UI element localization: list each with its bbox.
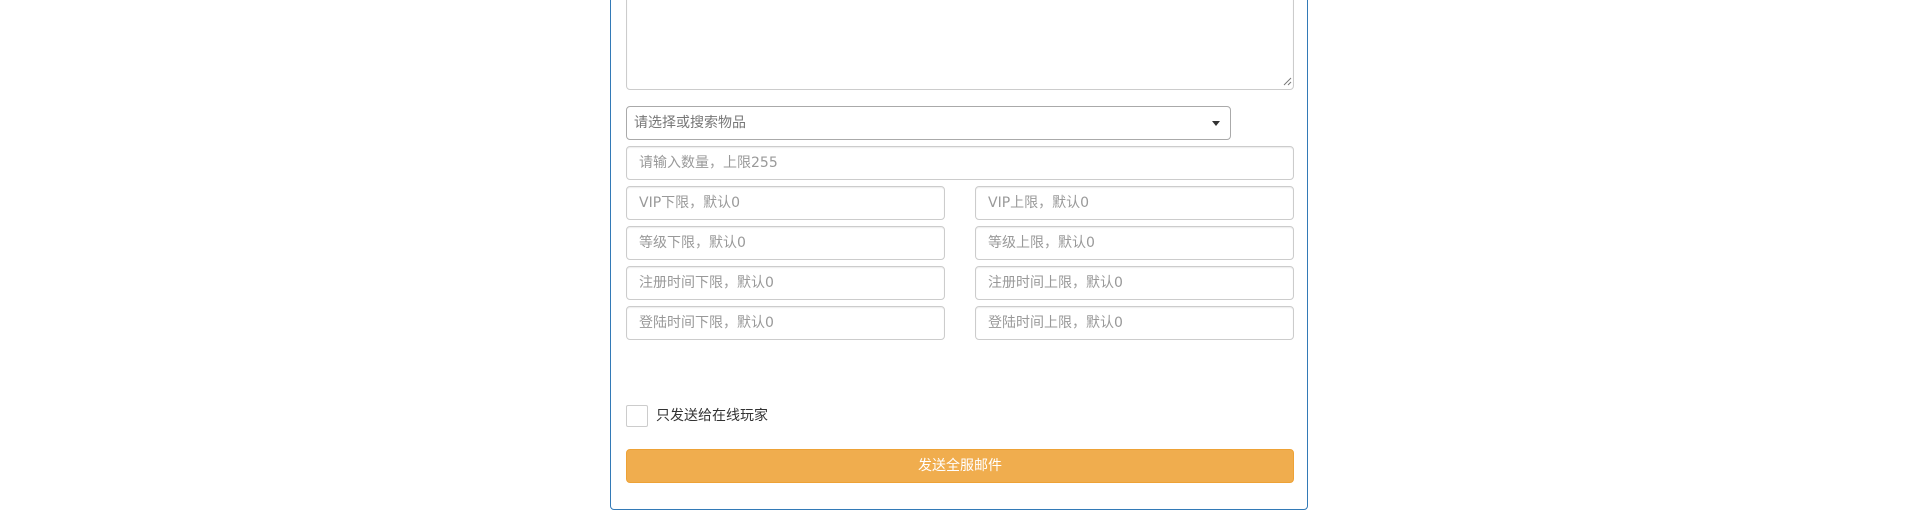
item-select-placeholder: 请选择或搜索物品 [634,115,746,131]
login-time-max-input[interactable] [975,306,1294,340]
register-time-min-input[interactable] [626,266,945,300]
quantity-input[interactable] [626,146,1294,180]
caret-down-icon [1212,121,1220,126]
vip-max-input[interactable] [975,186,1294,220]
register-time-max-input[interactable] [975,266,1294,300]
online-only-checkbox[interactable] [626,405,648,427]
online-only-label: 只发送给在线玩家 [656,408,768,424]
level-min-input[interactable] [626,226,945,260]
vip-min-input[interactable] [626,186,945,220]
level-max-input[interactable] [975,226,1294,260]
item-select[interactable]: 请选择或搜索物品 [626,106,1231,140]
message-textarea[interactable] [626,0,1294,90]
login-time-min-input[interactable] [626,306,945,340]
mail-form-panel: 请选择或搜索物品 只发送给在线玩家 发送全服邮件 [610,0,1308,510]
send-all-server-mail-button[interactable]: 发送全服邮件 [626,449,1294,483]
